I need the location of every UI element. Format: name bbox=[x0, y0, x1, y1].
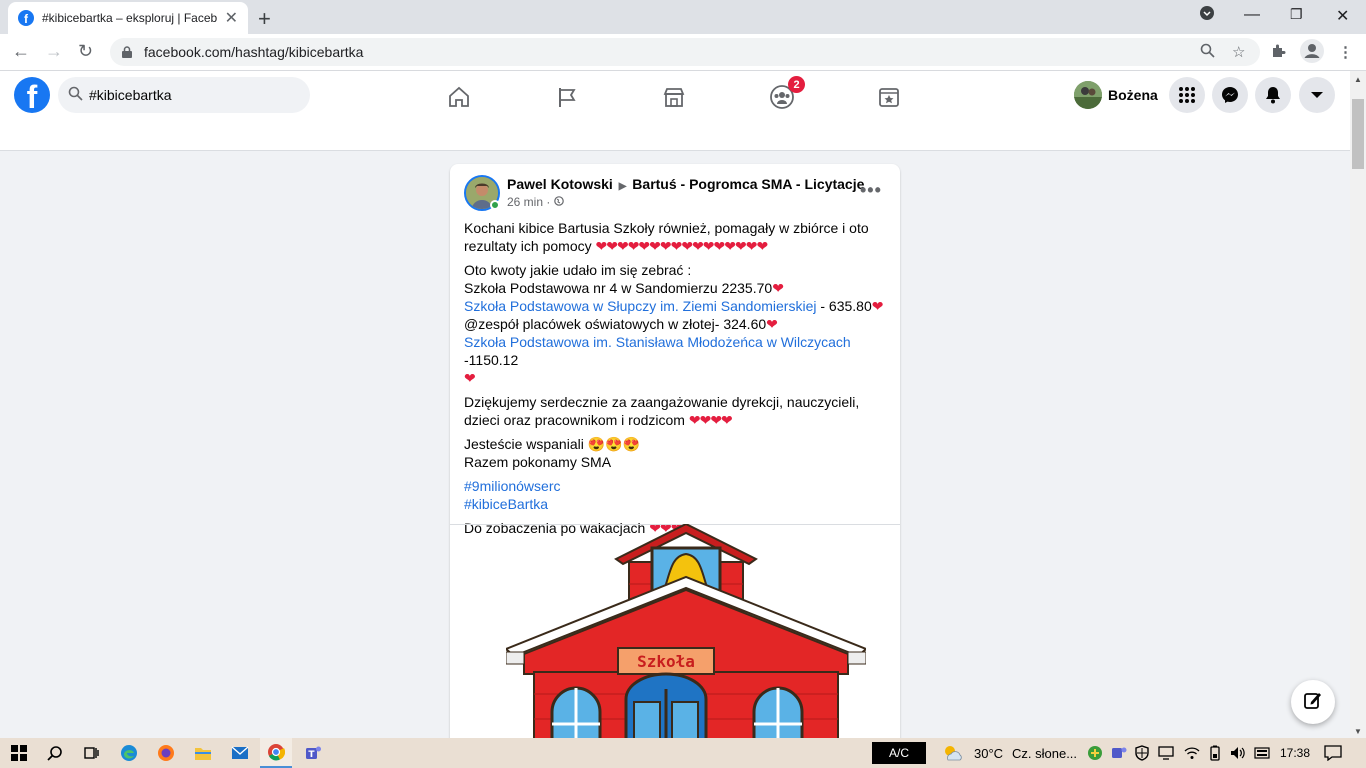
weather-temperature[interactable]: 30°C bbox=[974, 746, 1003, 761]
page-scrollbar[interactable]: ▲ ▼ bbox=[1350, 71, 1366, 738]
gaming-icon[interactable] bbox=[874, 83, 904, 111]
search-value: #kibicebartka bbox=[89, 87, 172, 103]
ac-indicator[interactable]: A/C bbox=[872, 742, 926, 764]
mail-icon[interactable] bbox=[231, 744, 249, 762]
group-name[interactable]: Bartuś - Pogromca SMA - Licytacje bbox=[632, 176, 864, 192]
post-card: Pawel Kotowski ▶ Bartuś - Pogromca SMA -… bbox=[450, 164, 900, 764]
extensions-icon[interactable] bbox=[1271, 43, 1286, 62]
security-shield-icon[interactable] bbox=[1133, 744, 1151, 762]
post-image-school[interactable]: Szkoła bbox=[504, 522, 900, 764]
school-sign-text: Szkoła bbox=[637, 652, 695, 671]
edge-icon[interactable] bbox=[120, 744, 138, 762]
volume-icon[interactable] bbox=[1229, 744, 1247, 762]
search-icon bbox=[68, 86, 83, 105]
account-menu-icon[interactable] bbox=[1299, 77, 1335, 113]
new-message-button[interactable] bbox=[1291, 680, 1335, 724]
taskbar-search-icon[interactable] bbox=[46, 744, 64, 762]
globe-icon bbox=[553, 195, 564, 209]
bookmark-star-icon[interactable]: ☆ bbox=[1232, 43, 1245, 61]
teams-icon[interactable]: T bbox=[304, 744, 322, 762]
post-amounts: Oto kwoty jakie udało im się zebrać : Sz… bbox=[464, 262, 883, 386]
firefox-icon[interactable] bbox=[157, 744, 175, 762]
post-thanks: Dziękujemy serdecznie za zaangażowanie d… bbox=[464, 394, 860, 428]
display-tray-icon[interactable] bbox=[1157, 744, 1175, 762]
facebook-search-input[interactable]: #kibicebartka bbox=[58, 77, 310, 113]
post-author-line: Pawel Kotowski ▶ Bartuś - Pogromca SMA -… bbox=[507, 176, 864, 192]
groups-notification-badge: 2 bbox=[788, 76, 805, 93]
tab-title: #kibicebartka – eksploruj | Faceb bbox=[42, 11, 218, 25]
scrollbar-thumb[interactable] bbox=[1352, 99, 1364, 169]
svg-text:T: T bbox=[308, 750, 315, 760]
wifi-icon[interactable] bbox=[1183, 744, 1201, 762]
post-intro: Kochani kibice Bartusia Szkoły również, … bbox=[464, 220, 869, 254]
post-great: Jesteście wspaniali 😍😍😍 Razem pokonamy SM… bbox=[464, 436, 641, 470]
chrome-taskbar-icon[interactable] bbox=[260, 738, 292, 768]
weather-icon[interactable] bbox=[942, 744, 964, 762]
minimize-button[interactable]: — bbox=[1244, 6, 1260, 24]
tab-search-icon[interactable] bbox=[1200, 6, 1214, 25]
profile-icon[interactable] bbox=[1300, 39, 1324, 67]
pages-flag-icon[interactable] bbox=[552, 83, 582, 111]
back-button[interactable]: ← bbox=[12, 41, 30, 62]
compose-icon bbox=[1303, 690, 1323, 715]
language-keyboard-icon[interactable] bbox=[1253, 744, 1271, 762]
close-tab-icon[interactable]: ✕ bbox=[225, 8, 238, 28]
facebook-header: f #kibicebartka 2 Bożena bbox=[0, 71, 1350, 123]
profile-name: Bożena bbox=[1108, 87, 1158, 103]
shared-to-arrow-icon: ▶ bbox=[618, 181, 627, 192]
post-time[interactable]: 26 min bbox=[507, 195, 543, 209]
hashtag-subheader bbox=[0, 123, 1350, 151]
zoom-search-icon[interactable] bbox=[1200, 43, 1215, 62]
reload-button[interactable]: ↻ bbox=[78, 41, 93, 62]
browser-tab-strip: f #kibicebartka – eksploruj | Faceb ✕ + … bbox=[0, 0, 1366, 34]
menu-icon[interactable]: ⋮ bbox=[1338, 43, 1353, 61]
messenger-icon[interactable] bbox=[1212, 77, 1248, 113]
file-explorer-icon[interactable] bbox=[194, 744, 212, 762]
new-tab-button[interactable]: + bbox=[258, 6, 271, 32]
post-hashtags: #9milionówserc #kibiceBartka bbox=[464, 477, 889, 513]
post-text: Kochani kibice Bartusia Szkoły również, … bbox=[464, 219, 889, 543]
school-link-wilczyce[interactable]: Szkoła Podstawowa im. Stanisława Młodoże… bbox=[464, 334, 851, 350]
app-tray-green-icon[interactable] bbox=[1086, 744, 1104, 762]
school-link-slupcza[interactable]: Szkoła Podstawowa w Słupczy im. Ziemi Sa… bbox=[464, 298, 816, 314]
close-window-button[interactable]: ✕ bbox=[1336, 6, 1349, 26]
teams-tray-icon[interactable] bbox=[1110, 744, 1128, 762]
restore-button[interactable]: ❐ bbox=[1290, 6, 1303, 23]
hashtag-link[interactable]: #9milionówserc bbox=[464, 478, 560, 494]
menu-grid-icon[interactable] bbox=[1169, 77, 1205, 113]
marketplace-icon[interactable] bbox=[659, 83, 689, 111]
system-clock[interactable]: 17:38 bbox=[1280, 746, 1310, 760]
windows-taskbar: T A/C 30°C Cz. słone... 17:38 bbox=[0, 738, 1366, 768]
battery-icon[interactable] bbox=[1206, 744, 1224, 762]
forward-button[interactable]: → bbox=[45, 41, 63, 62]
task-view-icon[interactable] bbox=[82, 744, 100, 762]
notification-center-icon[interactable] bbox=[1324, 744, 1342, 762]
hashtag-link[interactable]: #kibiceBartka bbox=[464, 496, 548, 512]
facebook-favicon-icon: f bbox=[18, 10, 34, 26]
post-meta: 26 min · bbox=[507, 195, 564, 209]
browser-tab[interactable]: f #kibicebartka – eksploruj | Faceb ✕ bbox=[8, 2, 248, 34]
author-name[interactable]: Pawel Kotowski bbox=[507, 176, 613, 192]
address-bar[interactable]: facebook.com/hashtag/kibicebartka bbox=[110, 38, 1260, 66]
weather-description[interactable]: Cz. słone... bbox=[1012, 746, 1077, 761]
online-status-dot bbox=[490, 200, 500, 210]
windows-start-icon[interactable] bbox=[10, 744, 28, 762]
profile-link[interactable]: Bożena bbox=[1074, 81, 1158, 109]
facebook-logo-icon[interactable]: f bbox=[14, 77, 50, 113]
url-text: facebook.com/hashtag/kibicebartka bbox=[144, 44, 364, 60]
post-options-icon[interactable]: ••• bbox=[860, 180, 882, 201]
notifications-bell-icon[interactable] bbox=[1255, 77, 1291, 113]
browser-toolbar: ← → ↻ facebook.com/hashtag/kibicebartka … bbox=[0, 34, 1366, 71]
scroll-up-arrow-icon[interactable]: ▲ bbox=[1354, 75, 1362, 84]
lock-icon bbox=[122, 46, 132, 58]
scroll-down-arrow-icon[interactable]: ▼ bbox=[1354, 727, 1362, 736]
avatar bbox=[1074, 81, 1102, 109]
home-icon[interactable] bbox=[444, 83, 474, 111]
